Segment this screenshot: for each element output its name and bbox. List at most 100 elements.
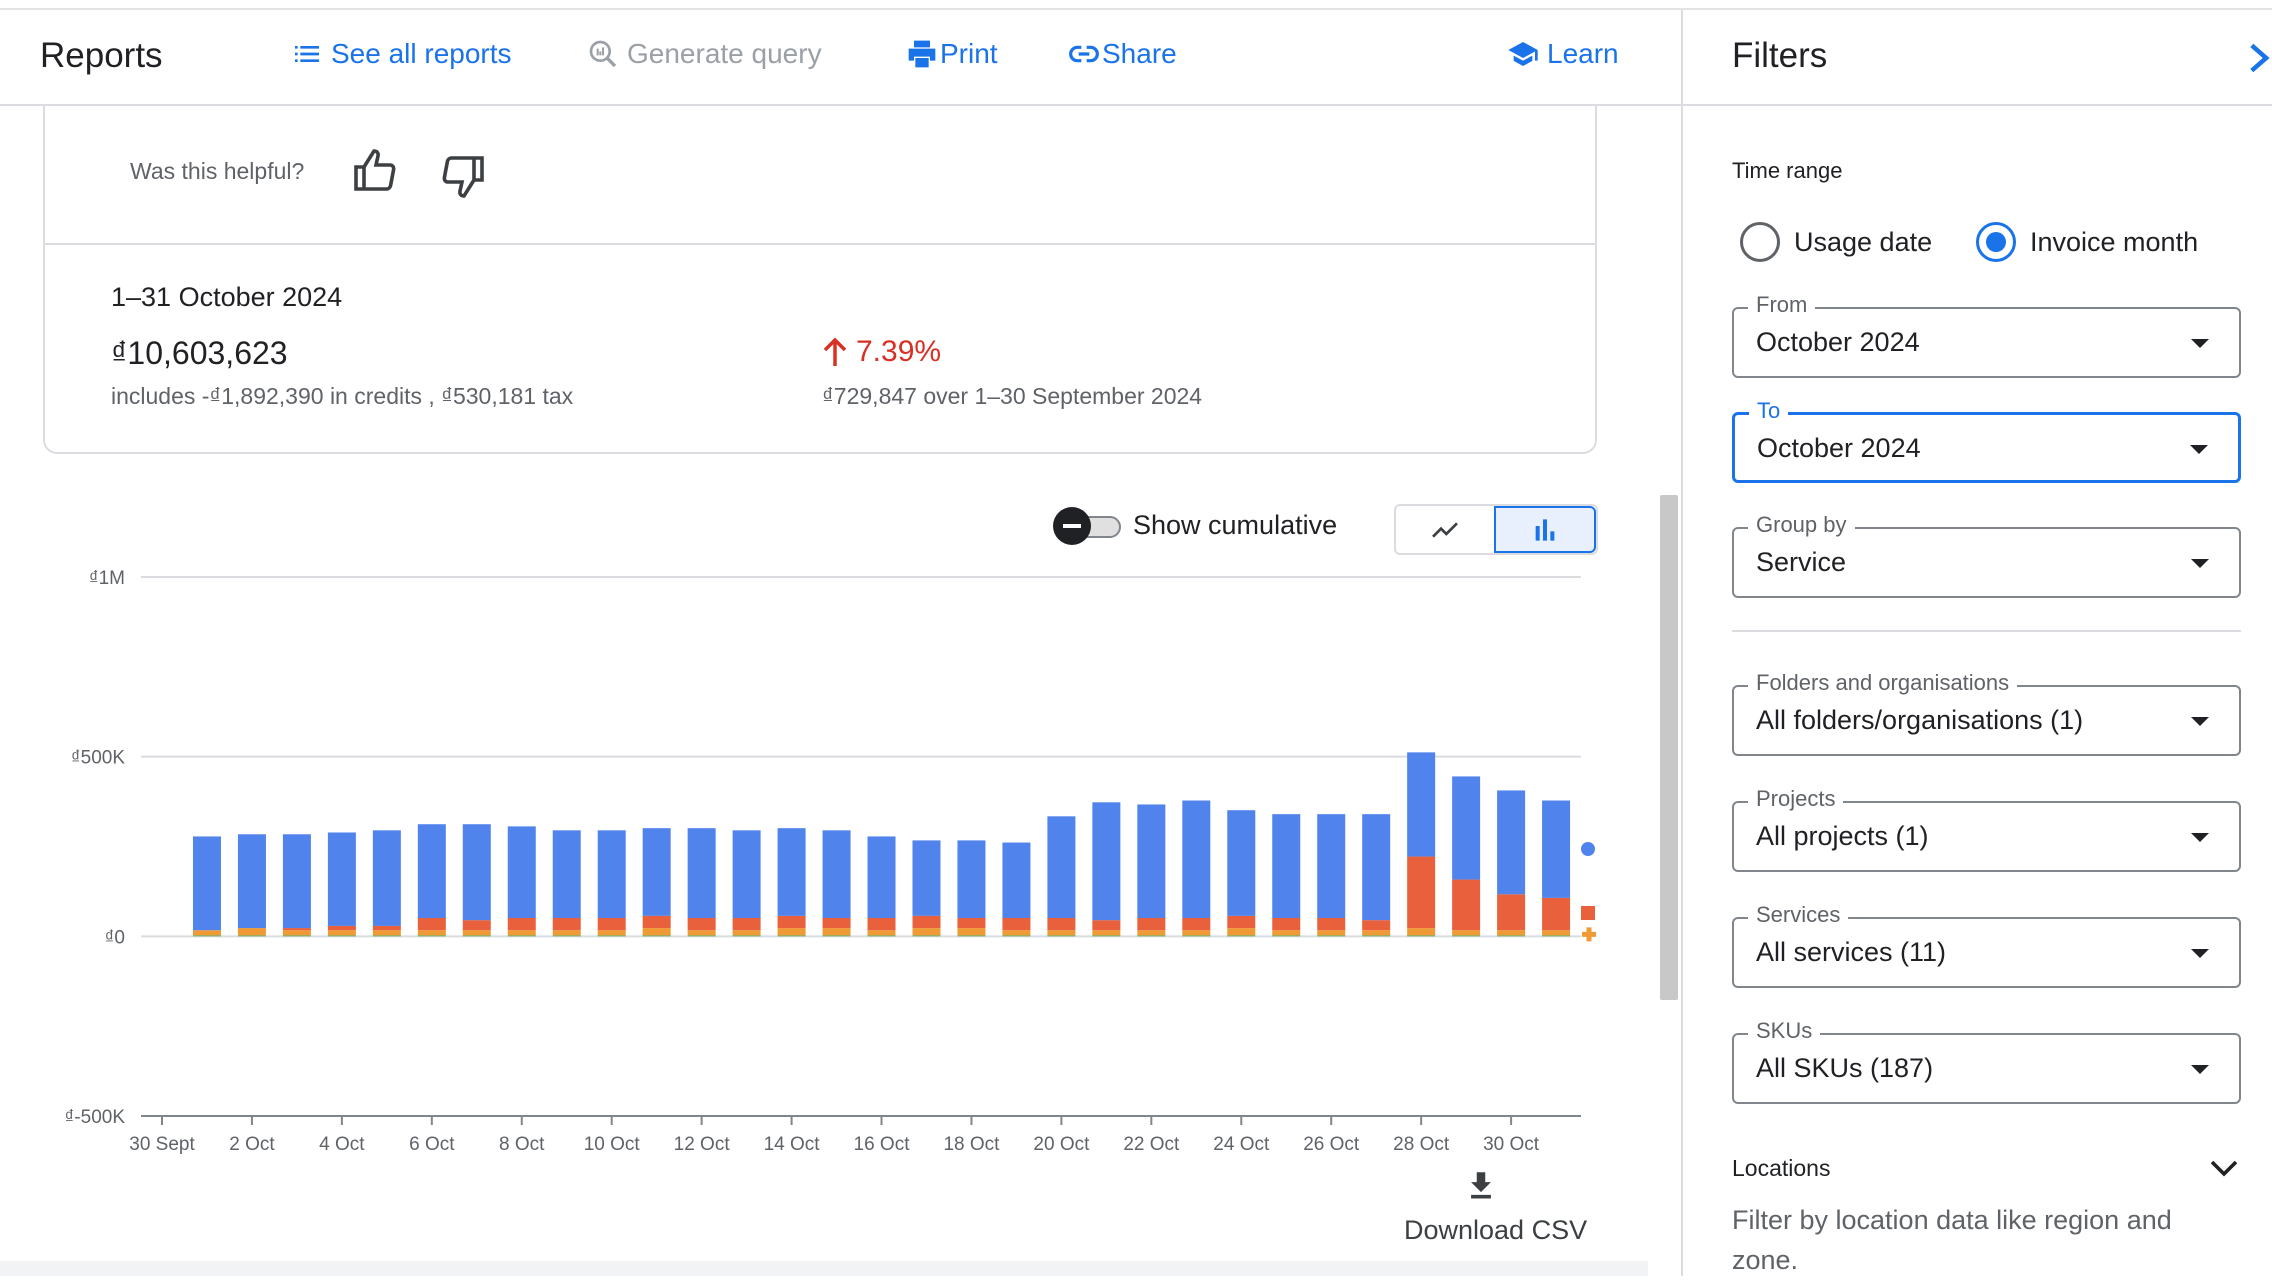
bar-segment	[867, 836, 896, 919]
locations-description: Filter by location data like region and …	[1732, 1205, 2172, 1275]
see-all-reports-link[interactable]: See all reports	[291, 38, 512, 70]
bar-segment	[1362, 930, 1391, 936]
page-title: Reports	[40, 36, 163, 75]
download-icon[interactable]	[1464, 1168, 1498, 1202]
show-cumulative-toggle[interactable]	[1053, 507, 1125, 545]
bar-segment	[1002, 842, 1031, 919]
bar-segment	[957, 935, 986, 937]
bar-segment	[777, 828, 806, 916]
dropdown-arrow-icon	[2191, 1065, 2209, 1074]
nav-label: See all reports	[331, 38, 512, 69]
x-tick-label: 30 Oct	[1483, 1134, 1540, 1155]
bar-segment	[687, 935, 716, 937]
cost-bar-chart: ₫1M ₫500K ₫0 ₫-500K30 Sept 2 Oct 4 Oct 6 Oct 8 …	[65, 568, 1596, 1155]
bar-segment	[552, 935, 581, 937]
card-divider	[45, 243, 1595, 245]
bar-segment	[1002, 918, 1031, 931]
bar-segment	[1497, 894, 1526, 931]
bar-segment	[1497, 790, 1526, 895]
share-button[interactable]: Share	[1068, 38, 1177, 70]
bar-chart-icon	[1535, 518, 1555, 541]
thumbs-down-icon[interactable]	[438, 152, 486, 200]
folders-select[interactable]: Folders and organisations All folders/org…	[1732, 670, 2241, 756]
bar-segment	[1317, 935, 1346, 937]
learn-link[interactable]: Learn	[1507, 38, 1619, 70]
print-button[interactable]: Print	[906, 38, 998, 70]
bar-segment	[1182, 918, 1211, 931]
line-chart-button[interactable]	[1396, 506, 1494, 553]
thumbs-up-icon[interactable]	[352, 147, 400, 195]
generate-query-button[interactable]: Generate query	[587, 38, 822, 70]
bar-segment	[1182, 935, 1211, 937]
bar-segment	[822, 830, 851, 919]
summary-breakdown: includes -₫1,892,390 in credits , ₫530,1…	[111, 383, 574, 409]
bar-segment	[912, 928, 941, 936]
nav-label: Share	[1102, 38, 1177, 69]
bar-segment	[327, 935, 356, 937]
from-select[interactable]: From October 2024	[1732, 292, 2241, 378]
bar-segment	[1092, 920, 1121, 931]
radio-invoice-month[interactable]: Invoice month	[1976, 222, 2198, 262]
chevron-down-icon[interactable]	[2209, 1158, 2239, 1178]
dropdown-arrow-icon	[2191, 559, 2209, 568]
skus-select[interactable]: SKUs All SKUs (187)	[1732, 1018, 2241, 1104]
bar-segment	[1497, 930, 1526, 936]
bar-segment	[372, 930, 401, 936]
bar-segment	[912, 915, 941, 929]
bar-segment	[507, 826, 536, 919]
x-tick-label: 8 Oct	[499, 1134, 545, 1155]
bar-segment	[1362, 935, 1391, 937]
x-tick-label: 14 Oct	[764, 1134, 821, 1155]
chevron-right-icon[interactable]	[2245, 40, 2272, 76]
bar-segment	[777, 935, 806, 937]
bar-segment	[732, 918, 761, 931]
group-by-select[interactable]: Group by Service	[1732, 512, 2241, 598]
time-range-label: Time range	[1732, 158, 1843, 183]
dropdown-arrow-icon	[2191, 339, 2209, 348]
bar-segment	[1542, 930, 1571, 936]
x-tick-label: 24 Oct	[1213, 1134, 1270, 1155]
bar-segment	[1407, 856, 1436, 929]
main-scrollbar[interactable]	[1660, 495, 1678, 1000]
services-select[interactable]: Services All services (11)	[1732, 902, 2241, 988]
series-marker	[1581, 906, 1595, 920]
bar-segment	[237, 834, 266, 929]
list-icon	[295, 46, 319, 62]
bar-segment	[1452, 879, 1481, 931]
download-csv-button[interactable]: Download CSV	[1404, 1215, 1587, 1246]
bar-segment	[282, 930, 311, 936]
bar-segment	[1362, 814, 1391, 921]
bar-segment	[1452, 930, 1481, 936]
bar-segment	[1542, 800, 1571, 898]
x-tick-label: 4 Oct	[319, 1134, 365, 1155]
bar-segment	[1002, 930, 1031, 936]
bar-segment	[1227, 928, 1256, 936]
radio-usage-date[interactable]: Usage date	[1740, 222, 1932, 262]
bar-segment	[642, 828, 671, 916]
bar-segment	[1272, 814, 1301, 919]
bar-segment	[507, 930, 536, 936]
bar-segment	[282, 834, 311, 929]
filters-panel: Filters Time range Usage date Invoice mo…	[1681, 10, 2272, 1276]
bar-segment	[507, 918, 536, 931]
bar-segment	[1407, 935, 1436, 937]
nav-label: Learn	[1547, 38, 1619, 69]
bar-segment	[417, 918, 446, 931]
bar-segment	[1272, 918, 1301, 931]
to-select[interactable]: To October 2024	[1732, 398, 2241, 483]
dropdown-arrow-icon	[2191, 717, 2209, 726]
bar-chart-button[interactable]	[1494, 506, 1596, 553]
projects-select[interactable]: Projects All projects (1)	[1732, 786, 2241, 872]
bar-segment	[1227, 935, 1256, 937]
bar-segment	[1542, 935, 1571, 937]
radio-circle	[1740, 222, 1780, 262]
bar-segment	[687, 828, 716, 919]
field-value: October 2024	[1757, 433, 1921, 463]
bar-segment	[732, 930, 761, 936]
bottom-section	[0, 1261, 1648, 1276]
bar-segment	[1272, 935, 1301, 937]
bar-segment	[552, 918, 581, 931]
bar-segment	[327, 832, 356, 926]
bar-segment	[867, 935, 896, 937]
x-tick-label: 20 Oct	[1033, 1134, 1090, 1155]
